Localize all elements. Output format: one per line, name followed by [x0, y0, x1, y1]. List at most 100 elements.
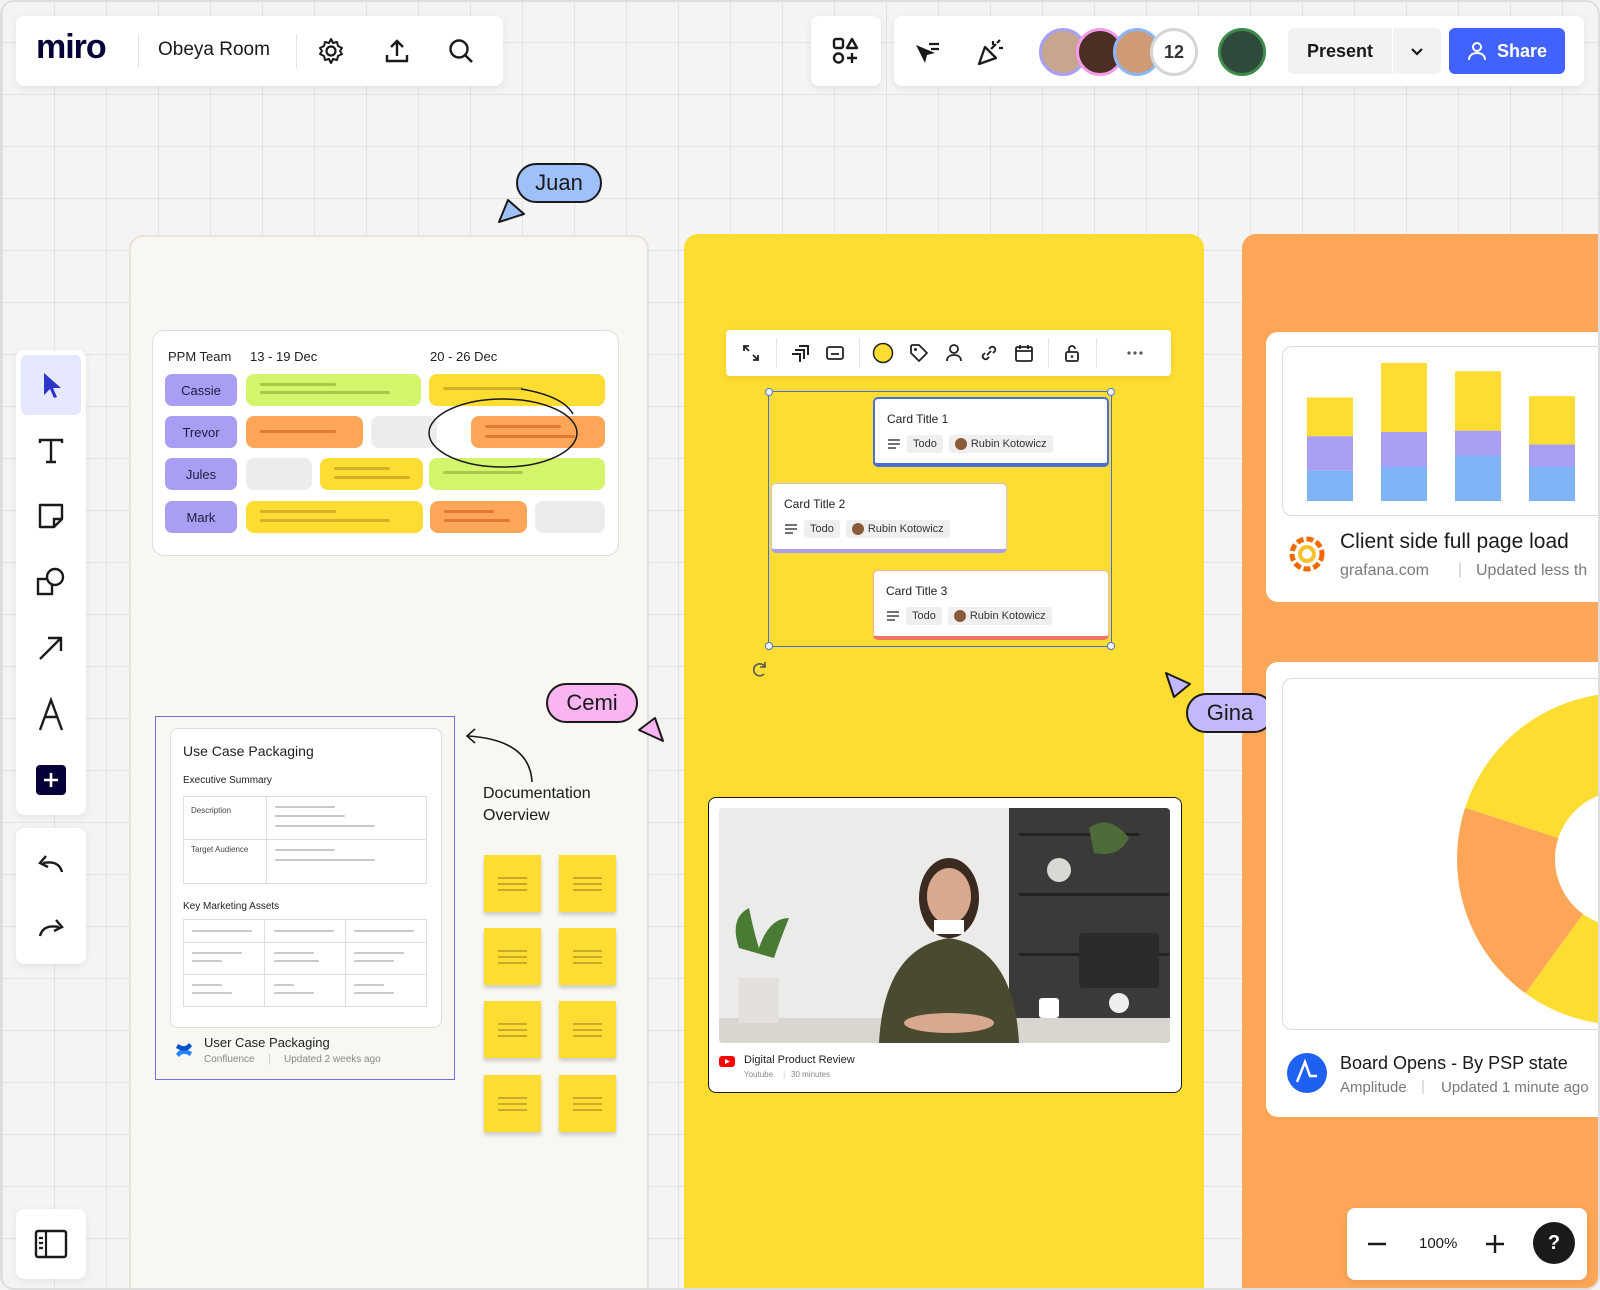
avatar: [851, 523, 864, 535]
expand-icon[interactable]: [736, 338, 766, 368]
summary-row-label: Target Audience: [191, 845, 249, 854]
sticky-note[interactable]: [484, 1075, 541, 1132]
miro-logo[interactable]: miro: [36, 28, 107, 67]
amplitude-embed-card[interactable]: Board Opens - By PSP state Amplitude | U…: [1266, 662, 1598, 1117]
plus-icon[interactable]: [21, 750, 81, 810]
card-icon[interactable]: [820, 338, 850, 368]
cursor-arrow-icon: [498, 199, 525, 223]
status-text: Todo: [810, 523, 834, 535]
pen-icon[interactable]: [21, 684, 81, 744]
grafana-embed-card[interactable]: Client side full page load grafana.com |…: [1266, 332, 1598, 602]
amplitude-updated: Updated 1 minute ago: [1441, 1079, 1589, 1096]
zoom-level[interactable]: 100%: [1419, 1235, 1457, 1252]
doc-footer-title[interactable]: User Case Packaging: [204, 1035, 330, 1050]
curved-arrow-icon[interactable]: [458, 726, 538, 786]
grafana-title[interactable]: Client side full page load: [1340, 530, 1569, 554]
sticky-note[interactable]: [559, 855, 616, 912]
help-button[interactable]: ?: [1533, 1222, 1575, 1264]
card-context-toolbar[interactable]: [726, 330, 1171, 376]
assignee-icon[interactable]: [939, 338, 969, 368]
arrow-icon[interactable]: [21, 618, 81, 678]
upload-icon[interactable]: [380, 34, 414, 68]
assignee-chip[interactable]: Rubin Kotowicz: [845, 520, 950, 538]
status-chip[interactable]: Todo: [906, 607, 942, 625]
bar-segment: [1529, 396, 1575, 445]
task-bar-empty[interactable]: [535, 501, 605, 533]
zoom-out-icon[interactable]: [1359, 1226, 1395, 1262]
search-icon[interactable]: [444, 34, 478, 68]
doc-footer-source: Confluence: [204, 1054, 255, 1065]
kanban-card-2[interactable]: Card Title 2 Todo Rubin Kotowicz: [771, 483, 1007, 553]
doc-section-2: Key Marketing Assets: [183, 901, 280, 912]
cursor-follow-icon[interactable]: [908, 34, 944, 70]
more-options-icon[interactable]: [1120, 338, 1150, 368]
color-picker-icon[interactable]: [868, 338, 898, 368]
share-label: Share: [1496, 40, 1548, 61]
sticky-note[interactable]: [484, 855, 541, 912]
task-bar[interactable]: [246, 501, 423, 533]
sticky-note[interactable]: [484, 1001, 541, 1058]
ppm-member-jules[interactable]: Jules: [165, 458, 237, 490]
apps-toolbar: [811, 16, 881, 86]
shapes-icon[interactable]: [21, 552, 81, 612]
ppm-member-trevor[interactable]: Trevor: [165, 416, 237, 448]
doc-card[interactable]: Use Case Packaging Executive Summary Des…: [170, 728, 442, 1028]
task-bar[interactable]: [430, 501, 527, 533]
jira-icon[interactable]: [786, 338, 816, 368]
sticky-note[interactable]: [559, 1075, 616, 1132]
status-chip[interactable]: Todo: [907, 435, 943, 453]
assignee-chip[interactable]: Rubin Kotowicz: [948, 435, 1053, 453]
link-icon[interactable]: [974, 338, 1004, 368]
ppm-week2-header: 20 - 26 Dec: [430, 349, 498, 364]
sidebar-panel-icon[interactable]: [30, 1223, 72, 1265]
tag-icon[interactable]: [904, 338, 934, 368]
undo-icon[interactable]: [21, 836, 81, 892]
doc-note-line: Documentation: [483, 785, 591, 802]
doc-note[interactable]: Documentation Overview: [483, 783, 591, 827]
board-name[interactable]: Obeya Room: [158, 39, 270, 61]
ppm-member-cassie[interactable]: Cassie: [165, 374, 237, 406]
board-canvas[interactable]: PPM Team 13 - 19 Dec 20 - 26 Dec Cassie …: [0, 0, 1600, 1290]
zoom-in-icon[interactable]: [1477, 1226, 1513, 1262]
celebrate-icon[interactable]: [972, 34, 1008, 70]
video-thumbnail[interactable]: [719, 808, 1170, 1043]
text-icon[interactable]: [21, 421, 81, 481]
calendar-icon[interactable]: [1009, 338, 1039, 368]
sticky-note-icon[interactable]: [21, 486, 81, 546]
redo-icon[interactable]: [21, 900, 81, 956]
task-bar[interactable]: [246, 416, 363, 448]
doc-footer-updated: Updated 2 weeks ago: [284, 1054, 381, 1065]
doc-note-line: Overview: [483, 807, 550, 824]
present-button[interactable]: Present: [1288, 28, 1392, 74]
assets-table: [183, 919, 427, 1007]
avatar-count[interactable]: 12: [1150, 28, 1198, 76]
sticky-note[interactable]: [559, 928, 616, 985]
share-button[interactable]: Share: [1449, 28, 1565, 74]
assignee-chip[interactable]: Rubin Kotowicz: [947, 607, 1052, 625]
bar-segment: [1455, 430, 1501, 456]
cursor-arrow-icon: [1165, 672, 1191, 698]
kanban-card-3[interactable]: Card Title 3 Todo Rubin Kotowicz: [873, 570, 1109, 640]
present-dropdown[interactable]: [1393, 28, 1441, 74]
hand-drawn-circle[interactable]: [423, 386, 583, 471]
amplitude-source: Amplitude: [1340, 1079, 1407, 1096]
status-chip[interactable]: Todo: [804, 520, 840, 538]
settings-icon[interactable]: [314, 34, 348, 68]
video-title[interactable]: Digital Product Review: [744, 1054, 855, 1066]
select-icon[interactable]: [21, 355, 81, 415]
video-embed-card[interactable]: Digital Product Review Youtube | 30 minu…: [708, 797, 1182, 1093]
rotate-icon[interactable]: [750, 659, 770, 681]
task-bar[interactable]: [320, 458, 423, 490]
ppm-team-table[interactable]: PPM Team 13 - 19 Dec 20 - 26 Dec Cassie …: [152, 330, 619, 556]
kanban-card-1[interactable]: Card Title 1 Todo Rubin Kotowicz: [873, 397, 1109, 467]
sticky-note[interactable]: [484, 928, 541, 985]
avatar[interactable]: [1218, 28, 1266, 76]
task-bar[interactable]: [246, 374, 421, 406]
task-bar-empty[interactable]: [246, 458, 312, 490]
card-title: Card Title 2: [784, 497, 846, 511]
sticky-note[interactable]: [559, 1001, 616, 1058]
lock-icon[interactable]: [1057, 338, 1087, 368]
amplitude-title[interactable]: Board Opens - By PSP state: [1340, 1053, 1568, 1074]
apps-icon[interactable]: [828, 33, 864, 69]
ppm-member-mark[interactable]: Mark: [165, 501, 237, 533]
